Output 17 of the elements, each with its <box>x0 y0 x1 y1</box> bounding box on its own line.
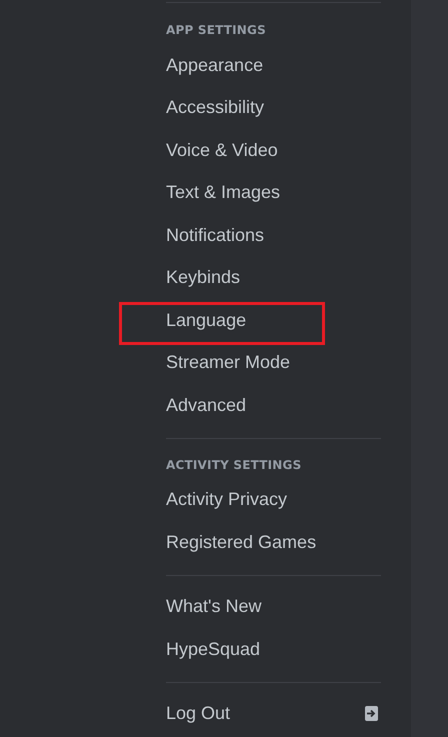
settings-item[interactable]: Keybinds <box>156 256 381 299</box>
settings-item[interactable]: Registered Games <box>156 521 381 564</box>
settings-item[interactable]: Streamer Mode <box>156 342 381 384</box>
settings-item[interactable]: Appearance <box>156 44 381 86</box>
settings-item[interactable]: What's New <box>156 586 381 628</box>
logout-item[interactable]: Log Out <box>156 692 381 735</box>
settings-item[interactable]: HypeSquad <box>156 628 381 670</box>
section-header: ACTIVITY SETTINGS <box>165 456 302 474</box>
settings-item[interactable]: Notifications <box>156 214 381 256</box>
section-header: APP SETTINGS <box>165 22 267 39</box>
settings-item[interactable]: Accessibility <box>156 86 381 129</box>
settings-item[interactable]: Text & Images <box>156 172 381 214</box>
logout-icon <box>365 706 378 722</box>
settings-item[interactable]: Voice & Video <box>156 129 381 172</box>
settings-item[interactable]: Advanced <box>156 384 381 426</box>
settings-item[interactable]: Language <box>156 299 381 342</box>
settings-item[interactable]: Activity Privacy <box>156 478 381 521</box>
